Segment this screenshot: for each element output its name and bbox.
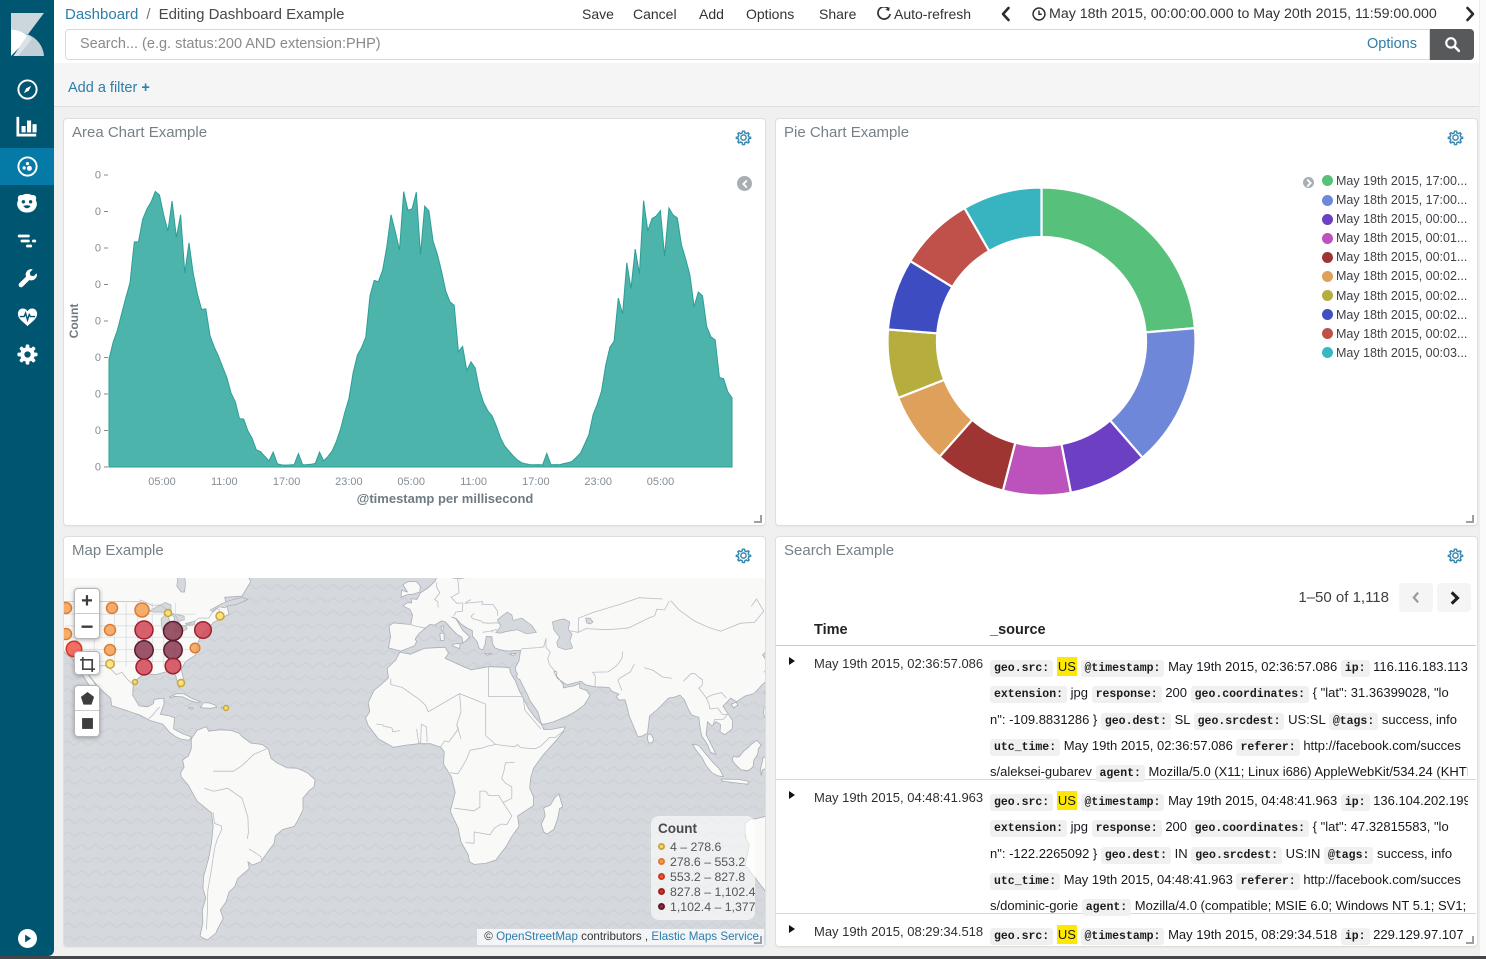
- svg-text:0: 0: [95, 170, 101, 182]
- svg-text:0: 0: [95, 389, 101, 401]
- svg-text:05:00: 05:00: [148, 476, 176, 488]
- svg-text:05:00: 05:00: [647, 476, 675, 488]
- svg-text:05:00: 05:00: [397, 476, 425, 488]
- svg-text:0: 0: [95, 243, 101, 255]
- svg-text:23:00: 23:00: [335, 476, 363, 488]
- svg-text:17:00: 17:00: [273, 476, 301, 488]
- svg-text:0: 0: [95, 462, 101, 474]
- svg-text:17:00: 17:00: [522, 476, 550, 488]
- svg-text:0: 0: [95, 316, 101, 328]
- svg-text:0: 0: [95, 352, 101, 364]
- svg-text:0: 0: [95, 206, 101, 218]
- svg-text:Count: Count: [67, 304, 81, 339]
- svg-text:11:00: 11:00: [460, 476, 487, 488]
- svg-text:0: 0: [95, 279, 101, 291]
- svg-text:@timestamp per millisecond: @timestamp per millisecond: [357, 491, 534, 506]
- svg-text:0: 0: [95, 425, 101, 437]
- svg-text:11:00: 11:00: [211, 476, 238, 488]
- svg-text:23:00: 23:00: [584, 476, 612, 488]
